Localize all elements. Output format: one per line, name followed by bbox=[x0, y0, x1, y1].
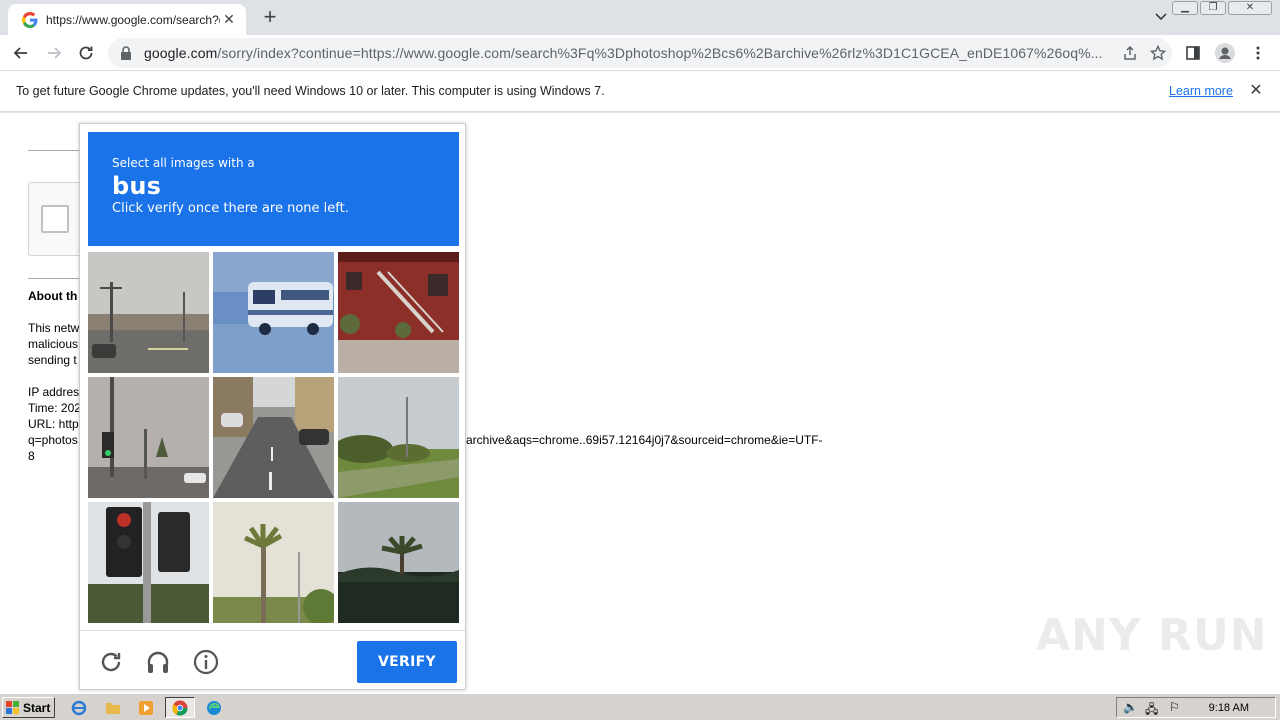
learn-more-link[interactable]: Learn more bbox=[1169, 84, 1233, 98]
forward-button[interactable] bbox=[42, 41, 66, 65]
para-line: This netw bbox=[28, 321, 80, 335]
share-button[interactable] bbox=[1116, 41, 1144, 65]
chrome-icon bbox=[172, 700, 188, 715]
captcha-tile[interactable] bbox=[213, 502, 334, 623]
minimize-button[interactable]: ▁ bbox=[1172, 1, 1198, 15]
verify-button[interactable]: VERIFY bbox=[357, 641, 457, 683]
tab-strip: https://www.google.com/search?q=photosho… bbox=[0, 0, 1280, 35]
clock: 9:18 AM bbox=[1208, 701, 1249, 714]
traffic-light-image bbox=[88, 377, 209, 498]
window-close-button[interactable]: ✕ bbox=[1228, 1, 1272, 15]
url-text: google.com/sorry/index?continue=https://… bbox=[144, 45, 1116, 61]
tab-title: https://www.google.com/search?q=photosho… bbox=[46, 12, 220, 27]
media-player-icon bbox=[139, 700, 153, 715]
captcha-subtext: Click verify once there are none left. bbox=[112, 201, 349, 216]
share-icon bbox=[1124, 45, 1136, 60]
infobar-close-icon[interactable]: ✕ bbox=[1247, 82, 1265, 100]
captcha-tile[interactable] bbox=[88, 377, 209, 498]
lock-icon[interactable] bbox=[118, 45, 134, 61]
avatar-icon bbox=[1215, 43, 1235, 63]
windows-logo-icon bbox=[6, 700, 19, 714]
palm-tree-image bbox=[213, 502, 334, 623]
browser-toolbar: google.com/sorry/index?continue=https://… bbox=[0, 35, 1280, 71]
captcha-challenge: Select all images with a bus Click verif… bbox=[79, 123, 466, 690]
address-bar[interactable]: google.com/sorry/index?continue=https://… bbox=[108, 38, 1172, 68]
palm-hedge-image bbox=[338, 502, 459, 623]
menu-button[interactable] bbox=[1245, 41, 1271, 65]
window-controls: ▁ ❐ ✕ bbox=[1172, 1, 1272, 15]
reload-challenge-icon[interactable] bbox=[97, 648, 125, 676]
folder-icon bbox=[106, 702, 120, 714]
taskbar-media-player[interactable] bbox=[131, 697, 161, 718]
new-tab-button[interactable]: + bbox=[258, 6, 282, 30]
network-icon[interactable]: 🖧 bbox=[1145, 700, 1158, 720]
forward-arrow-icon bbox=[48, 47, 62, 59]
url-host: google.com bbox=[144, 45, 218, 61]
start-button[interactable]: Start bbox=[2, 697, 55, 718]
url-line-3: 8 bbox=[28, 449, 35, 463]
captcha-image-grid bbox=[88, 252, 459, 623]
captcha-header: Select all images with a bus Click verif… bbox=[88, 132, 459, 246]
restore-button[interactable]: ❐ bbox=[1200, 1, 1226, 15]
system-tray: 🔈 🖧 ⚐ 9:18 AM bbox=[1116, 697, 1276, 718]
kebab-menu-icon bbox=[1256, 46, 1260, 60]
browser-tab[interactable]: https://www.google.com/search?q=photosho… bbox=[8, 4, 246, 35]
url-line-2: q=photos bbox=[28, 433, 78, 447]
captcha-tile[interactable] bbox=[213, 252, 334, 373]
url-path: /sorry/index?continue=https://www.google… bbox=[217, 45, 1103, 61]
reload-icon bbox=[79, 46, 93, 60]
side-panel-icon bbox=[1186, 46, 1200, 60]
url-continued: archive&aqs=chrome..69i57.12164j0j7&sour… bbox=[466, 433, 823, 447]
captcha-tile[interactable] bbox=[338, 377, 459, 498]
back-button[interactable] bbox=[9, 41, 33, 65]
captcha-footer: VERIFY bbox=[80, 630, 465, 689]
start-label: Start bbox=[23, 700, 51, 715]
profile-button[interactable] bbox=[1212, 41, 1238, 65]
tab-close-icon[interactable]: ✕ bbox=[220, 11, 238, 29]
captcha-tile[interactable] bbox=[213, 377, 334, 498]
captcha-target: bus bbox=[112, 172, 162, 200]
tab-search-chevron-icon[interactable] bbox=[1150, 8, 1172, 26]
ip-label: IP addres bbox=[28, 385, 80, 399]
captcha-tile[interactable] bbox=[88, 252, 209, 373]
url-label: URL: http bbox=[28, 417, 79, 431]
street-image bbox=[88, 252, 209, 373]
edge-icon bbox=[207, 700, 221, 715]
recaptcha-checkbox[interactable] bbox=[41, 205, 69, 233]
back-arrow-icon bbox=[13, 47, 27, 59]
volume-icon[interactable]: 🔈 bbox=[1123, 700, 1138, 714]
taskbar-ie[interactable] bbox=[64, 697, 94, 718]
bookmark-button[interactable] bbox=[1144, 41, 1172, 65]
traffic-signal-image bbox=[88, 502, 209, 623]
taskbar-explorer[interactable] bbox=[98, 697, 128, 718]
bus-image bbox=[213, 252, 334, 373]
para-line: sending t bbox=[28, 353, 77, 367]
building-image bbox=[338, 252, 459, 373]
trees-image bbox=[338, 377, 459, 498]
para-line: malicious bbox=[28, 337, 79, 351]
captcha-tile[interactable] bbox=[338, 502, 459, 623]
google-favicon-icon bbox=[22, 11, 38, 28]
internet-explorer-icon bbox=[71, 700, 87, 715]
captcha-tile[interactable] bbox=[338, 252, 459, 373]
reload-button[interactable] bbox=[74, 41, 98, 65]
windows-taskbar: Start 🔈 🖧 ⚐ 9:18 AM bbox=[0, 693, 1280, 720]
side-panel-button[interactable] bbox=[1180, 41, 1206, 65]
captcha-tile[interactable] bbox=[88, 502, 209, 623]
update-infobar: To get future Google Chrome updates, you… bbox=[0, 72, 1280, 112]
audio-challenge-icon[interactable] bbox=[144, 648, 172, 676]
action-center-flag-icon[interactable]: ⚐ bbox=[1169, 700, 1180, 714]
captcha-instruction: Select all images with a bbox=[112, 156, 255, 170]
taskbar-chrome[interactable] bbox=[165, 697, 195, 718]
about-heading: About th bbox=[28, 289, 78, 303]
taskbar-edge[interactable] bbox=[199, 697, 229, 718]
star-icon bbox=[1150, 45, 1166, 61]
time-label: Time: 202 bbox=[28, 401, 81, 415]
info-icon[interactable] bbox=[192, 648, 220, 676]
anyrun-watermark: ANY RUN bbox=[1036, 610, 1268, 661]
infobar-message: To get future Google Chrome updates, you… bbox=[16, 84, 605, 98]
city-street-image bbox=[213, 377, 334, 498]
